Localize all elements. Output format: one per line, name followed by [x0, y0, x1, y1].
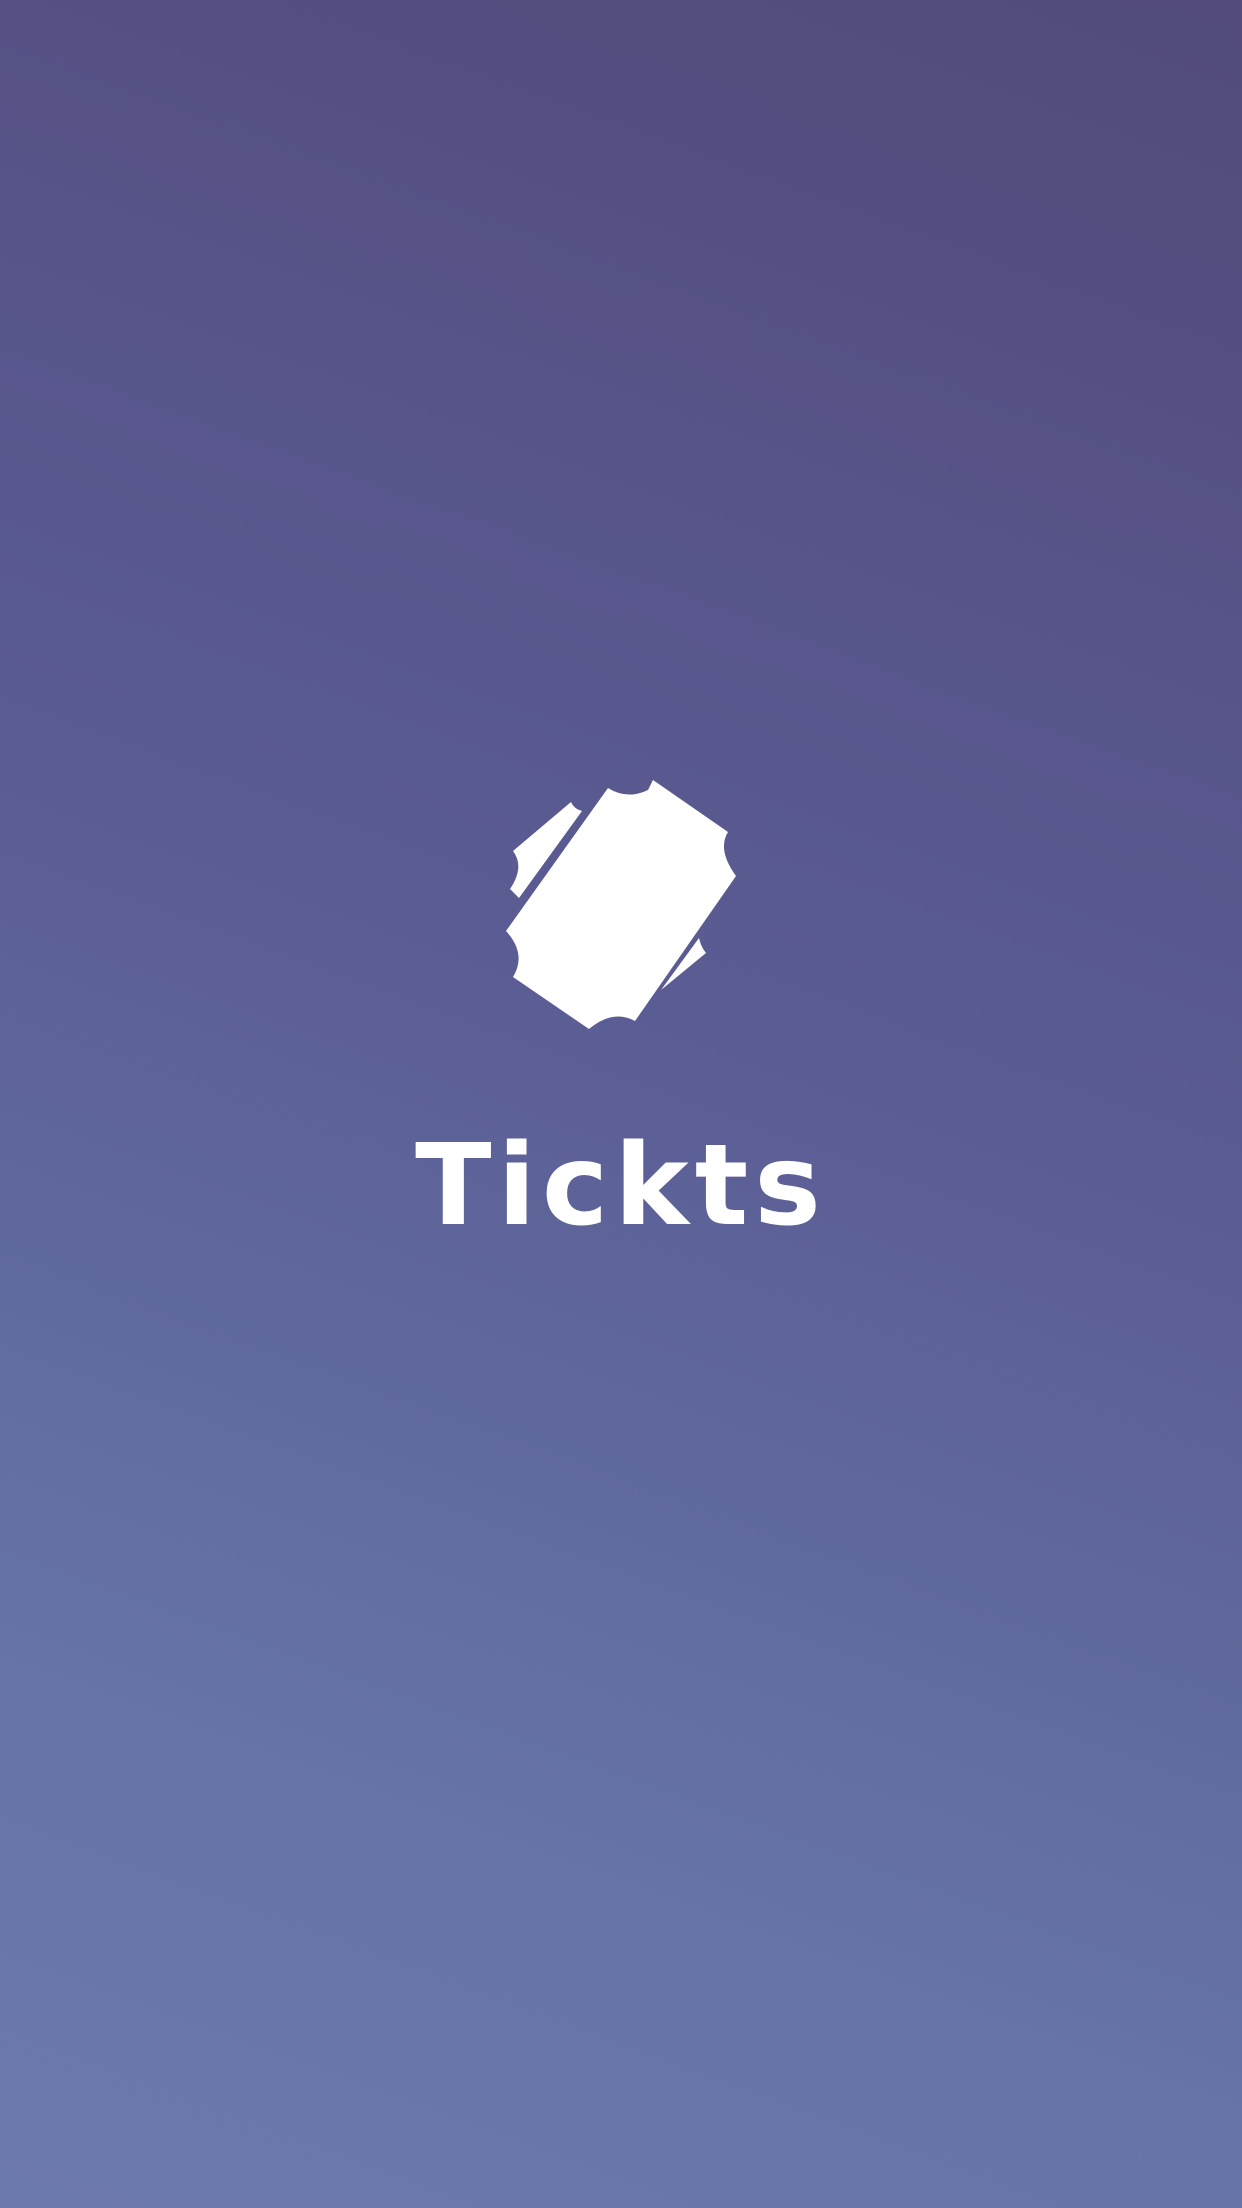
app-name: Tickts	[415, 1121, 827, 1251]
ticket-icon	[500, 775, 740, 1035]
splash-screen: Tickts	[0, 0, 1242, 2208]
